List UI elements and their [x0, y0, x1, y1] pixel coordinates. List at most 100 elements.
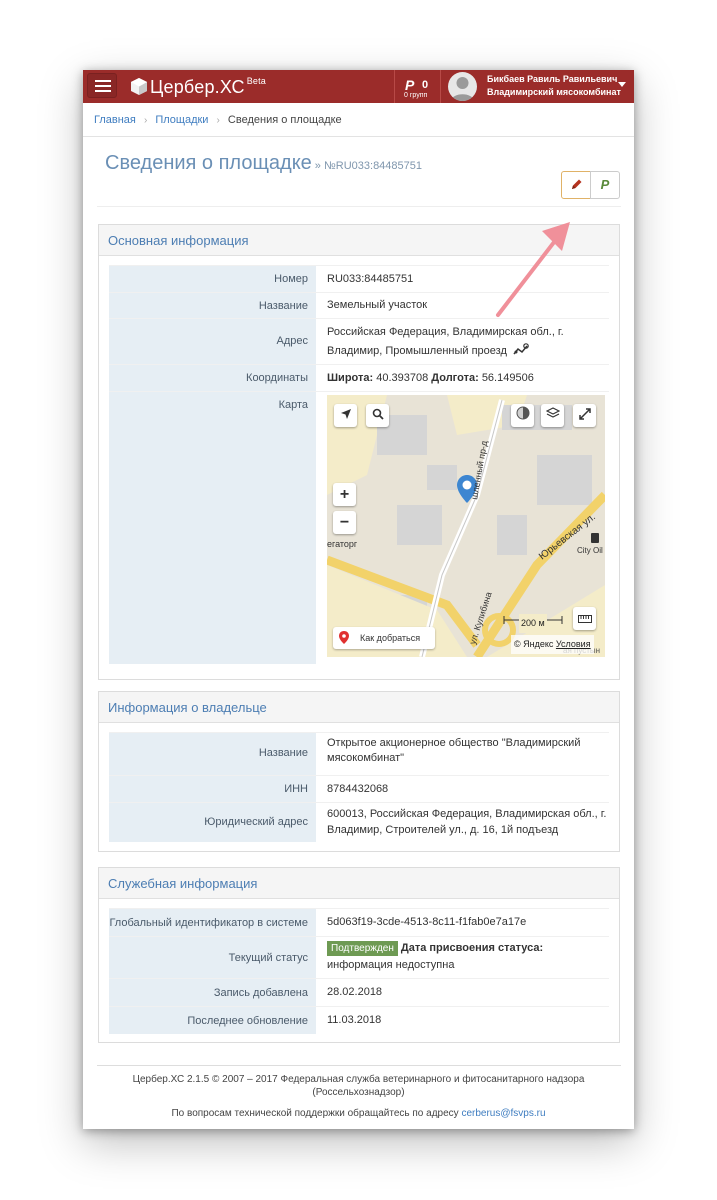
table-row: Название Открытое акционерное общество "… [109, 732, 609, 775]
table-row: Глобальный идентификатор в системе 5d063… [109, 908, 609, 936]
zoom-out-button[interactable]: − [333, 511, 356, 534]
table-row: ИНН 8784432068 [109, 775, 609, 802]
footer-support: По вопросам технической поддержки обраща… [83, 1108, 634, 1119]
breadcrumb-home[interactable]: Главная [94, 114, 136, 126]
navigation-arrow-icon [340, 409, 351, 419]
row-label: Последнее обновление [109, 1007, 316, 1034]
row-label: Юридический адрес [109, 803, 316, 842]
site-address: Российская Федерация, Владимирская обл.,… [327, 323, 609, 361]
user-org[interactable]: Владимирский мясокомбинат [487, 87, 621, 97]
chevron-down-icon[interactable] [618, 82, 626, 87]
brand-title[interactable]: Цербер.ХС Beta [150, 76, 266, 98]
address-line-2-text: Владимир, Промышленный проезд [327, 345, 507, 357]
owner-name-line-1: Открытое акционерное общество "Владимирс… [327, 737, 581, 749]
breadcrumb: Главная › Площадки › Сведения о площадке [83, 103, 634, 137]
brand-name: Цербер.ХС [150, 77, 245, 97]
latitude-value: 40.393708 [376, 372, 429, 384]
page-title-text: Сведения о площадке [105, 152, 312, 174]
legal-address-line-2: Владимир, Строителей ул., д. 16, 1й подъ… [327, 824, 559, 836]
owner-info-table: Название Открытое акционерное общество "… [109, 732, 609, 842]
latitude-label: Широта: [327, 372, 374, 384]
zoom-in-button[interactable]: + [333, 483, 356, 506]
expand-icon [578, 408, 591, 420]
brand-beta: Beta [246, 76, 267, 86]
add-to-group-button[interactable]: Р [590, 171, 620, 199]
table-row: Координаты Широта: 40.393708 Долгота: 56… [109, 364, 609, 391]
route-button[interactable]: Как добраться [333, 627, 435, 649]
menu-toggle-button[interactable] [87, 73, 117, 98]
status-date-label: Дата присвоения статуса: [400, 942, 544, 954]
row-label: Название [109, 293, 316, 318]
site-map[interactable]: шленный пр-д Юрьевская ул. ул. Кулибина … [327, 395, 605, 657]
geolocation-button[interactable] [334, 404, 357, 427]
groups-label: 0 групп [404, 92, 428, 99]
search-icon [372, 408, 384, 420]
longitude-value: 56.149506 [481, 372, 534, 384]
table-row: Юридический адрес 600013, Российская Фед… [109, 802, 609, 842]
current-status: Подтвержден Дата присвоения статуса: инфо… [327, 940, 609, 974]
ruler-icon [577, 615, 592, 623]
table-row: Текущий статус Подтвержден Дата присвоени… [109, 936, 609, 978]
user-name[interactable]: Бикбаев Равиль Равильевич [487, 74, 617, 84]
groups-count: 0 [422, 79, 429, 91]
traffic-icon [516, 406, 529, 420]
ruler-button[interactable] [573, 607, 596, 630]
owner-inn: 8784432068 [327, 783, 389, 795]
address-line-1: Российская Федерация, Владимирская обл.,… [327, 326, 564, 338]
layers-icon [545, 407, 560, 418]
breadcrumb-sites[interactable]: Площадки [155, 114, 208, 126]
map-layers-button[interactable] [541, 404, 564, 427]
breadcrumb-separator-icon: › [216, 115, 220, 126]
logo-icon [131, 78, 147, 95]
title-divider [97, 206, 621, 207]
groups-icon: Р [405, 77, 415, 93]
address-line-2: Владимир, Промышленный проезд [327, 342, 609, 361]
breadcrumb-current: Сведения о площадке [227, 114, 342, 126]
status-date-value: информация недоступна [327, 959, 455, 971]
groups-button[interactable]: Р 0 0 групп [394, 70, 441, 103]
longitude-label: Долгота: [431, 372, 479, 384]
support-text: По вопросам технической поддержки обраща… [171, 1108, 459, 1119]
owner-name: Открытое акционерное общество "Владимирс… [327, 736, 609, 766]
row-label: Адрес [109, 319, 316, 364]
route-label: Как добраться [360, 633, 421, 643]
owner-name-line-2: мясокомбинат" [327, 752, 405, 764]
terms-link[interactable]: Условия [556, 639, 591, 649]
created-date: 28.02.2018 [327, 986, 383, 998]
panel-header: Информация о владельце [99, 692, 619, 723]
row-label: Глобальный идентификатор в системе [109, 909, 316, 936]
annotation-arrow-icon [496, 222, 570, 317]
footer-copyright-line-2: (Россельхознадзор) [312, 1087, 405, 1098]
copyright-text: © Яндекс [514, 639, 554, 649]
page-title-number: » №RU033:84485751 [314, 160, 423, 172]
map-copyright: © Яндекс Условия [511, 635, 594, 654]
owner-legal-address: 600013, Российская Федерация, Владимирск… [327, 806, 609, 838]
row-label: Номер [109, 266, 316, 292]
map-search-button[interactable] [366, 404, 389, 427]
table-row: Запись добавлена 28.02.2018 [109, 978, 609, 1006]
scale-label: 200 м [519, 614, 547, 633]
footer-copyright: Цербер.ХС 2.1.5 © 2007 – 2017 Федеральна… [83, 1073, 634, 1099]
map-fullscreen-button[interactable] [573, 404, 596, 427]
table-row: Последнее обновление 11.03.2018 [109, 1006, 609, 1034]
map-route-icon[interactable] [513, 343, 529, 355]
service-info-panel: Служебная информация Глобальный идентифи… [98, 867, 620, 1043]
row-label: ИНН [109, 776, 316, 802]
breadcrumb-separator-icon: › [143, 115, 148, 126]
row-label: Карта [109, 392, 316, 664]
map-poi-label: егаторг [327, 539, 358, 549]
gas-station-icon [591, 533, 599, 543]
map-traffic-button[interactable] [511, 404, 534, 427]
avatar[interactable] [448, 72, 477, 101]
edit-button[interactable] [561, 171, 591, 199]
row-label: Текущий статус [109, 937, 316, 978]
row-label: Координаты [109, 365, 316, 391]
map-cell: шленный пр-д Юрьевская ул. ул. Кулибина … [327, 392, 609, 665]
updated-date: 11.03.2018 [327, 1014, 382, 1026]
map-pin-icon [339, 631, 349, 644]
footer-copyright-line-1: Цербер.ХС 2.1.5 © 2007 – 2017 Федеральна… [132, 1074, 585, 1085]
pencil-icon [572, 179, 582, 189]
footer-divider [97, 1065, 621, 1066]
support-email-link[interactable]: cerberus@fsvps.ru [461, 1108, 545, 1119]
top-navbar: Цербер.ХС Beta Р 0 0 групп Бикбаев Равиль… [83, 70, 634, 103]
